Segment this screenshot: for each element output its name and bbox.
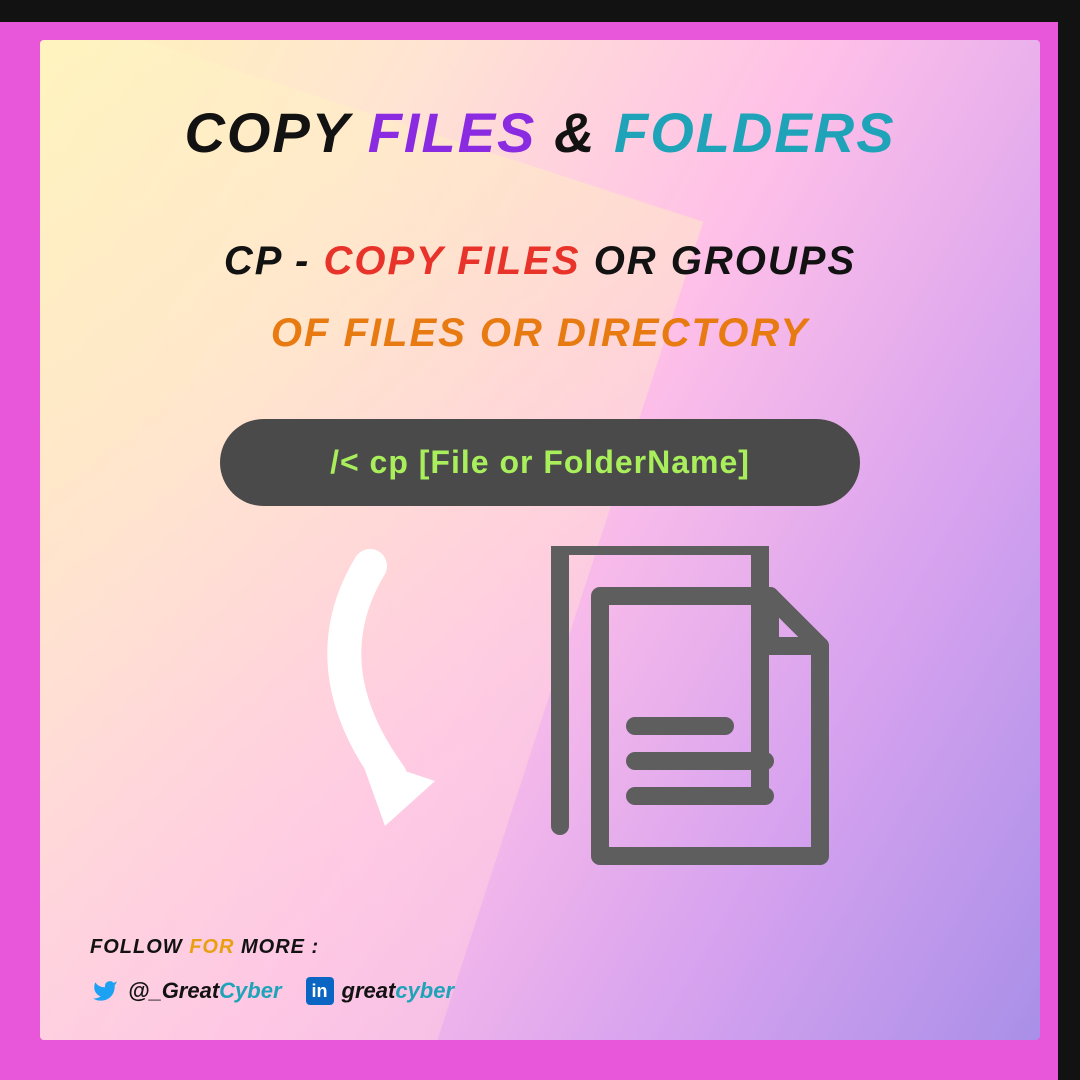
follow-word3: more :: [241, 936, 319, 958]
subtitle-line2: of files or directory: [271, 311, 809, 355]
subtitle-cp: cp -: [224, 239, 311, 283]
linkedin-icon: in: [306, 977, 334, 1005]
subtitle: cp - Copy Files or Groups of files or di…: [90, 225, 990, 369]
follow-word1: Follow: [90, 936, 183, 958]
command-text: /< cp [File or FolderName]: [330, 444, 750, 480]
linkedin-item[interactable]: in greatcyber: [306, 977, 455, 1005]
right-border: [1058, 0, 1080, 1080]
illustration: [290, 546, 990, 866]
footer: Follow for more : @_GreatCyber in greatc…: [90, 936, 454, 1005]
title-word-files: Files: [368, 101, 537, 164]
twitter-icon: [90, 978, 120, 1004]
command-pill: /< cp [File or FolderName]: [220, 419, 860, 506]
twitter-handle: @_GreatCyber: [128, 978, 282, 1004]
title-ampersand: &: [554, 101, 596, 164]
title-word-copy: COPY: [184, 101, 350, 164]
follow-label: Follow for more :: [90, 936, 454, 959]
linkedin-handle: greatcyber: [342, 978, 455, 1004]
follow-word2: for: [189, 936, 234, 958]
top-border: [0, 0, 1080, 22]
page-title: COPY Files & Folders: [90, 100, 990, 165]
main-card: COPY Files & Folders cp - Copy Files or …: [40, 40, 1040, 1040]
social-row: @_GreatCyber in greatcyber: [90, 977, 454, 1005]
subtitle-copyfiles: Copy Files: [323, 239, 580, 283]
arrow-and-files-icon: [290, 546, 890, 866]
twitter-item[interactable]: @_GreatCyber: [90, 978, 282, 1004]
title-word-folders: Folders: [614, 101, 896, 164]
subtitle-orgroups: or Groups: [594, 239, 856, 283]
